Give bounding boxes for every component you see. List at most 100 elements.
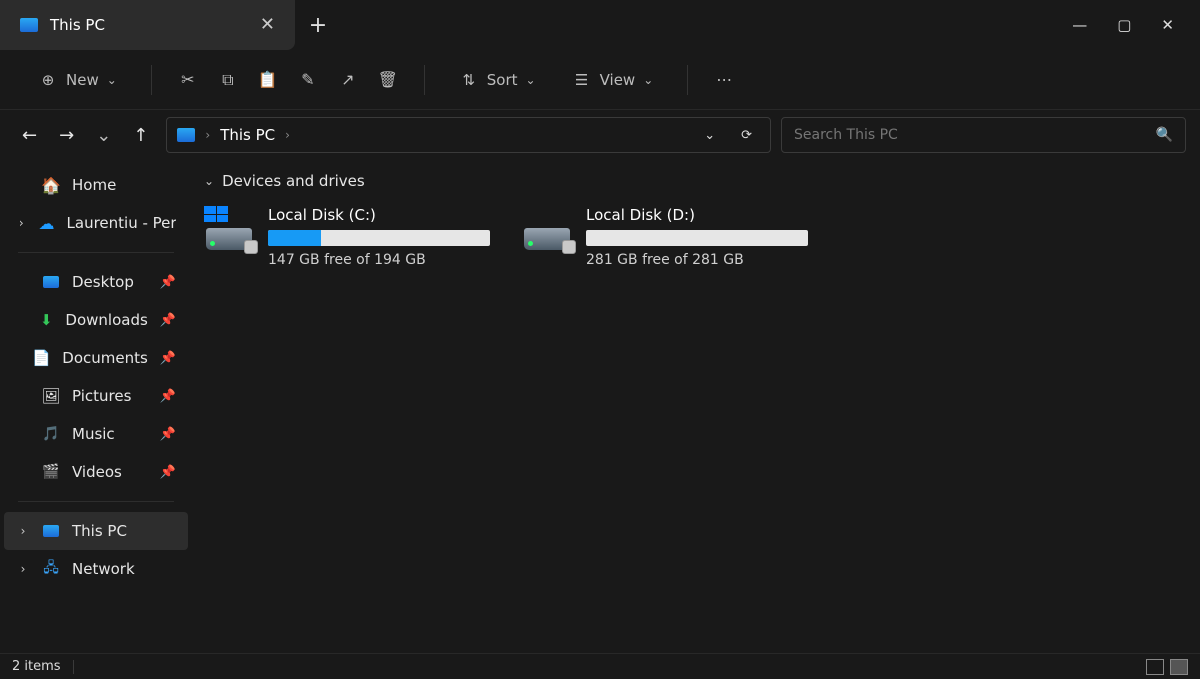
address-bar[interactable]: › This PC › ⌄ ⟳ [166,117,771,153]
drive-name: Local Disk (C:) [268,206,496,224]
drive-subtext: 281 GB free of 281 GB [586,252,814,268]
sidebar-item-network[interactable]: › Network [4,550,188,588]
chevron-down-icon: ⌄ [204,174,214,188]
sidebar-item-home[interactable]: Home [4,166,188,204]
video-icon [42,463,60,481]
sidebar-item-label: Desktop [72,273,134,291]
sidebar-item-label: Network [72,560,135,578]
drive-name: Local Disk (D:) [586,206,814,224]
music-icon [42,425,60,443]
search-box[interactable]: 🔍 [781,117,1186,153]
chevron-right-icon: › [285,128,290,142]
sidebar-item-label: Laurentiu - Persona [67,214,176,232]
chevron-down-icon: ⌄ [107,73,117,87]
monitor-icon [42,522,60,540]
drive-item[interactable]: Local Disk (C:) 147 GB free of 194 GB [200,200,500,272]
sidebar-item-documents[interactable]: Documents 📌 [4,339,188,377]
status-bar: 2 items [0,653,1200,679]
breadcrumb[interactable]: This PC [220,126,275,144]
chevron-right-icon: › [205,128,210,142]
sidebar-item-music[interactable]: Music 📌 [4,415,188,453]
view-label: View [600,71,636,89]
address-dropdown-icon[interactable]: ⌄ [696,128,723,143]
drive-icon [204,204,256,256]
section-title: Devices and drives [222,172,365,190]
drive-usage-bar [268,230,490,246]
maximize-button[interactable]: ▢ [1117,16,1131,34]
cut-icon[interactable]: ✂ [178,70,198,90]
new-label: New [66,71,99,89]
copy-icon[interactable]: ⧉ [218,70,238,90]
nav-row: ← → ⌄ ↑ › This PC › ⌄ ⟳ 🔍 [0,110,1200,160]
chevron-right-icon[interactable]: › [16,524,30,538]
network-icon [42,560,60,578]
plus-circle-icon: ⊕ [38,70,58,90]
sort-icon: ⇅ [459,70,479,90]
rename-icon[interactable]: ✎ [298,70,318,90]
window-caption-buttons: — ▢ ✕ [1046,0,1200,50]
nav-arrows: ← → ⌄ ↑ [14,125,156,146]
content-area: ⌄ Devices and drives Local Disk (C:) 147 … [192,160,1200,653]
new-tab-button[interactable]: + [295,0,341,50]
refresh-icon[interactable]: ⟳ [733,128,760,143]
lock-icon [244,240,258,254]
toolbar: ⊕ New ⌄ ✂ ⧉ 📋 ✎ ↗ 🗑 ⇅ Sort ⌄ ☰ View ⌄ ⋯ [0,50,1200,110]
tab-title: This PC [50,16,248,34]
sidebar-item-label: Home [72,176,116,194]
paste-icon[interactable]: 📋 [258,70,278,90]
minimize-button[interactable]: — [1072,16,1087,34]
monitor-icon [177,128,195,142]
view-button[interactable]: ☰ View ⌄ [564,64,662,96]
pin-icon[interactable]: 📌 [160,389,176,404]
tiles-view-icon[interactable] [1170,659,1188,675]
picture-icon [42,387,60,405]
search-input[interactable] [794,127,1156,143]
sidebar-item-downloads[interactable]: Downloads 📌 [4,301,188,339]
drive-subtext: 147 GB free of 194 GB [268,252,496,268]
history-dropdown-icon[interactable]: ⌄ [96,125,111,146]
sidebar-item-label: Videos [72,463,122,481]
view-icon: ☰ [572,70,592,90]
search-icon[interactable]: 🔍 [1156,127,1173,143]
drive-icon [522,204,574,256]
pin-icon[interactable]: 📌 [160,465,176,480]
close-window-button[interactable]: ✕ [1161,16,1174,34]
details-view-icon[interactable] [1146,659,1164,675]
drive-item[interactable]: Local Disk (D:) 281 GB free of 281 GB [518,200,818,272]
share-icon[interactable]: ↗ [338,70,358,90]
sidebar-item-label: Documents [62,349,148,367]
sidebar-item-label: Downloads [65,311,147,329]
monitor-icon [20,18,38,32]
sidebar-item-label: Pictures [72,387,131,405]
pin-icon[interactable]: 📌 [160,427,176,442]
sidebar-item-label: This PC [72,522,127,540]
sidebar-item-pictures[interactable]: Pictures 📌 [4,377,188,415]
back-button[interactable]: ← [22,125,37,146]
sidebar-item-label: Music [72,425,115,443]
tab-this-pc[interactable]: This PC ✕ [0,0,295,50]
sidebar-item-onedrive[interactable]: › Laurentiu - Persona [4,204,188,242]
chevron-down-icon: ⌄ [526,73,536,87]
forward-button[interactable]: → [59,125,74,146]
document-icon [32,349,50,367]
sidebar: Home › Laurentiu - Persona Desktop 📌 Dow… [0,160,192,653]
download-icon [39,311,53,329]
pin-icon[interactable]: 📌 [160,351,176,366]
sidebar-item-videos[interactable]: Videos 📌 [4,453,188,491]
sort-label: Sort [487,71,518,89]
up-button[interactable]: ↑ [133,125,148,146]
pin-icon[interactable]: 📌 [160,275,176,290]
more-icon[interactable]: ⋯ [714,70,734,90]
sort-button[interactable]: ⇅ Sort ⌄ [451,64,544,96]
new-button[interactable]: ⊕ New ⌄ [30,64,125,96]
chevron-right-icon[interactable]: › [16,216,27,230]
layout-toggle [1146,659,1188,675]
sidebar-item-desktop[interactable]: Desktop 📌 [4,263,188,301]
chevron-right-icon[interactable]: › [16,562,30,576]
delete-icon[interactable]: 🗑 [378,70,398,90]
pin-icon[interactable]: 📌 [160,313,176,328]
close-tab-icon[interactable]: ✕ [260,16,275,34]
section-header[interactable]: ⌄ Devices and drives [200,172,1192,190]
drives-list: Local Disk (C:)147 GB free of 194 GBLoca… [200,200,1192,272]
sidebar-item-this-pc[interactable]: › This PC [4,512,188,550]
